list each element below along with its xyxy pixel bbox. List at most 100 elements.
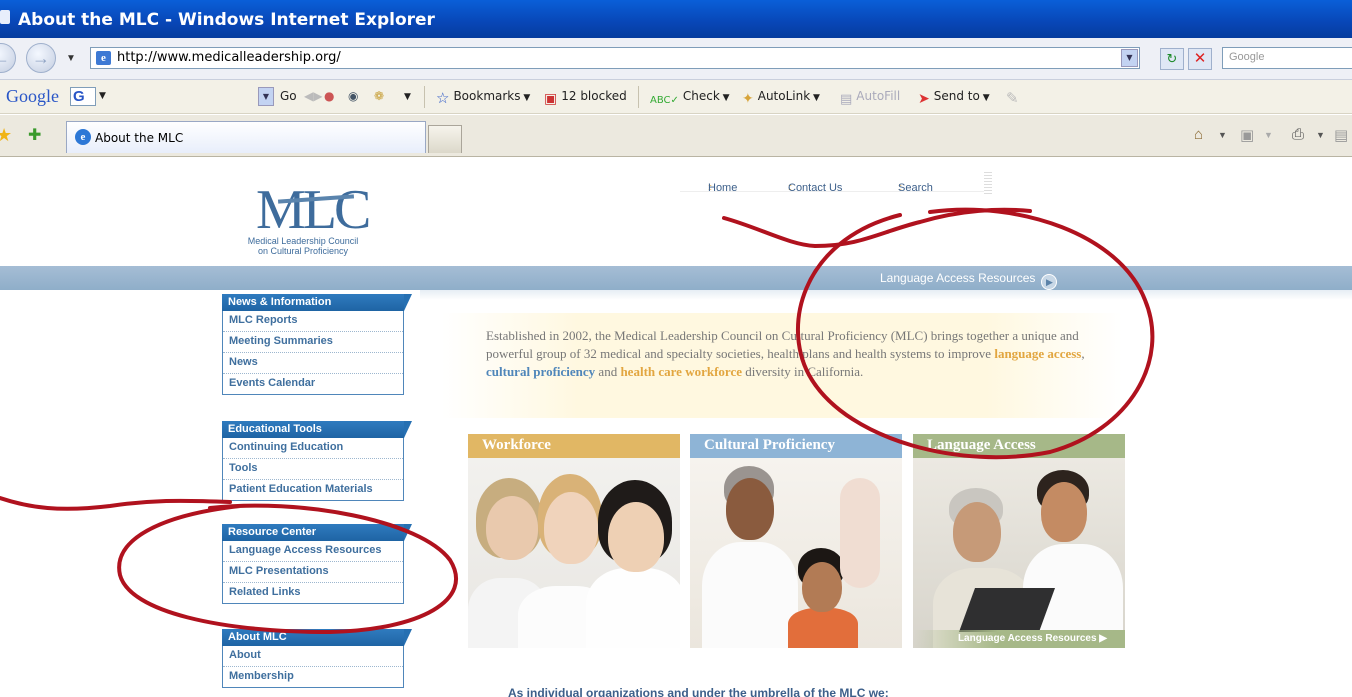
sidebar-item-tools[interactable]: Tools <box>223 459 403 480</box>
spellcheck-button[interactable]: ABC✓ Check ▼ <box>650 89 730 106</box>
address-url: http://www.medicalleadership.org/ <box>117 50 341 65</box>
print-chevron-icon[interactable]: ▼ <box>1316 130 1325 140</box>
card-language-access[interactable]: Language Access Language Access Resource… <box>913 434 1125 648</box>
sidebar-item-events-calendar[interactable]: Events Calendar <box>223 374 403 394</box>
banner-language-access-link[interactable]: Language Access Resources ▶ <box>880 271 1058 290</box>
address-toolbar: ← → ▼ e http://www.medicalleadership.org… <box>0 38 1352 80</box>
google-logo: Google <box>6 86 59 106</box>
sidebar-header-about: About MLC <box>222 629 412 646</box>
google-menu-button[interactable]: G <box>70 87 96 106</box>
page-menu-icon[interactable]: ▤ <box>1334 126 1348 144</box>
logo-line-2: on Cultural Proficiency <box>257 246 349 256</box>
sidebar-item-membership[interactable]: Membership <box>223 667 403 687</box>
card-workforce[interactable]: Workforce <box>468 434 680 648</box>
sidebar-item-mlc-presentations[interactable]: MLC Presentations <box>223 562 403 583</box>
window-title: About the MLC - Windows Internet Explore… <box>18 10 435 30</box>
google-search-input[interactable] <box>110 87 270 106</box>
intro-panel: Established in 2002, the Medical Leaders… <box>442 313 1122 418</box>
home-chevron-icon[interactable]: ▼ <box>1218 130 1227 140</box>
autofill-button[interactable]: ▤ AutoFill <box>840 89 900 107</box>
card-footer-label: Language Access Resources <box>957 633 1097 644</box>
stop-button[interactable]: ✕ <box>1188 48 1212 70</box>
card-footer-language-access-link[interactable]: Language Access Resources ▶ <box>913 630 1125 648</box>
language-access-photo <box>913 458 1125 648</box>
sendto-button[interactable]: ➤ Send to ▼ <box>918 89 990 107</box>
page-icon: e <box>96 51 111 65</box>
google-toolbar: Google G ▼ ▼ Go ◀▶ ● ◉ ❁ ▼ ☆ Bookmarks ▼ … <box>0 80 1352 114</box>
blocked-popup-icon: ▣ <box>544 91 558 107</box>
home-icon[interactable]: ⌂ <box>1194 126 1203 143</box>
logo-mark: MLC <box>256 179 371 241</box>
blocked-label: 12 blocked <box>561 89 627 103</box>
settings-icon[interactable]: ❁ <box>374 89 384 103</box>
star-outline-icon: ☆ <box>436 89 450 107</box>
go-button[interactable]: Go <box>280 89 297 103</box>
forward-button[interactable]: → <box>26 43 56 73</box>
autolink-button[interactable]: ✦ AutoLink ▼ <box>742 89 820 107</box>
new-tab-button[interactable] <box>428 125 462 153</box>
search-input[interactable]: Google <box>1222 47 1352 69</box>
bookmarks-button[interactable]: ☆ Bookmarks ▼ <box>436 89 530 107</box>
feeds-chevron-icon[interactable]: ▼ <box>1264 130 1273 140</box>
popup-blocker-icon[interactable]: ◉ <box>348 89 358 103</box>
recent-pages-dropdown[interactable]: ▼ <box>66 53 76 64</box>
sidebar-item-language-access[interactable]: Language Access Resources <box>223 541 403 562</box>
browser-window: About the MLC - Windows Internet Explore… <box>0 0 1352 697</box>
google-search-dropdown[interactable]: ▼ <box>258 87 274 106</box>
sidebar-item-mlc-reports[interactable]: MLC Reports <box>223 311 403 332</box>
sidebar-item-about[interactable]: About <box>223 646 403 667</box>
sidebar-item-patient-education[interactable]: Patient Education Materials <box>223 480 403 500</box>
title-bar: About the MLC - Windows Internet Explore… <box>0 0 1352 38</box>
blocked-button[interactable]: ▣ 12 blocked <box>544 89 627 107</box>
sidebar-about: About MLC About Membership <box>222 629 412 688</box>
print-icon[interactable]: ⎙ <box>1292 126 1304 143</box>
address-input[interactable]: e http://www.medicalleadership.org/ ▼ <box>90 47 1140 69</box>
ie-page-icon: e <box>75 129 91 145</box>
nav-search-label: Search <box>898 182 933 194</box>
mlc-logo[interactable]: MLC Medical Leadership Council on Cultur… <box>228 178 378 258</box>
sidebar-news: News & Information MLC Reports Meeting S… <box>222 294 412 395</box>
back-button[interactable]: ← <box>0 43 16 73</box>
intro-link-cultural-proficiency[interactable]: cultural proficiency <box>486 364 595 379</box>
go-label: Go <box>280 89 297 103</box>
favorites-star-icon[interactable]: ★ <box>0 125 12 146</box>
sidebar-menu-educational: Continuing Education Tools Patient Educa… <box>222 438 404 501</box>
refresh-button[interactable]: ↻ <box>1160 48 1184 70</box>
sidebar-menu-news: MLC Reports Meeting Summaries News Event… <box>222 311 404 395</box>
sidebar-educational: Educational Tools Continuing Education T… <box>222 421 412 501</box>
add-favorite-icon[interactable]: ✚ <box>28 125 41 145</box>
banner-shadow <box>420 290 1352 300</box>
autolink-label: AutoLink <box>757 89 811 103</box>
intro-link-workforce[interactable]: health care workforce <box>620 364 742 379</box>
highlighter-icon[interactable]: ✎ <box>1006 89 1019 107</box>
google-menu-chevron-icon[interactable]: ▼ <box>99 91 106 101</box>
toolbar-separator <box>424 86 425 108</box>
feeds-icon[interactable]: ▣ <box>1240 126 1254 144</box>
intro-comma: , <box>1081 346 1085 361</box>
send-arrow-icon: ➤ <box>918 91 930 107</box>
sidebar-menu-resource-center: Language Access Resources MLC Presentati… <box>222 541 404 604</box>
intro-and: and <box>595 364 621 379</box>
intro-link-language-access[interactable]: language access <box>994 346 1081 361</box>
nav-contact-label: Contact Us <box>788 182 843 194</box>
banner-link-label: Language Access Resources <box>880 271 1036 285</box>
toolbar-separator <box>638 86 639 108</box>
card-cultural-proficiency[interactable]: Cultural Proficiency <box>690 434 902 648</box>
web-page: :: Home :: Contact Us :: Search MLC Medical… <box>0 158 1352 697</box>
card-caption-cultural: Cultural Proficiency <box>690 434 902 458</box>
settings-chevron-icon[interactable]: ▼ <box>404 92 411 102</box>
sidebar-item-related-links[interactable]: Related Links <box>223 583 403 603</box>
nav-divider <box>984 172 992 194</box>
sidebar-item-meeting-summaries[interactable]: Meeting Summaries <box>223 332 403 353</box>
intro-part-1: Established in 2002, the Medical Leaders… <box>486 328 1079 361</box>
top-navigation: :: Home :: Contact Us :: Search <box>680 158 992 194</box>
tab-about-mlc[interactable]: e About the MLC <box>66 121 426 153</box>
check-label: Check <box>682 89 720 103</box>
sidebar-item-news[interactable]: News <box>223 353 403 374</box>
pagerank-icon[interactable]: ● <box>324 89 334 103</box>
sidebar-header-educational: Educational Tools <box>222 421 412 438</box>
sidebar-resource-center: Resource Center Language Access Resource… <box>222 524 412 604</box>
address-dropdown-button[interactable]: ▼ <box>1121 49 1138 67</box>
sidebar-header-news: News & Information <box>222 294 412 311</box>
sidebar-item-continuing-education[interactable]: Continuing Education <box>223 438 403 459</box>
